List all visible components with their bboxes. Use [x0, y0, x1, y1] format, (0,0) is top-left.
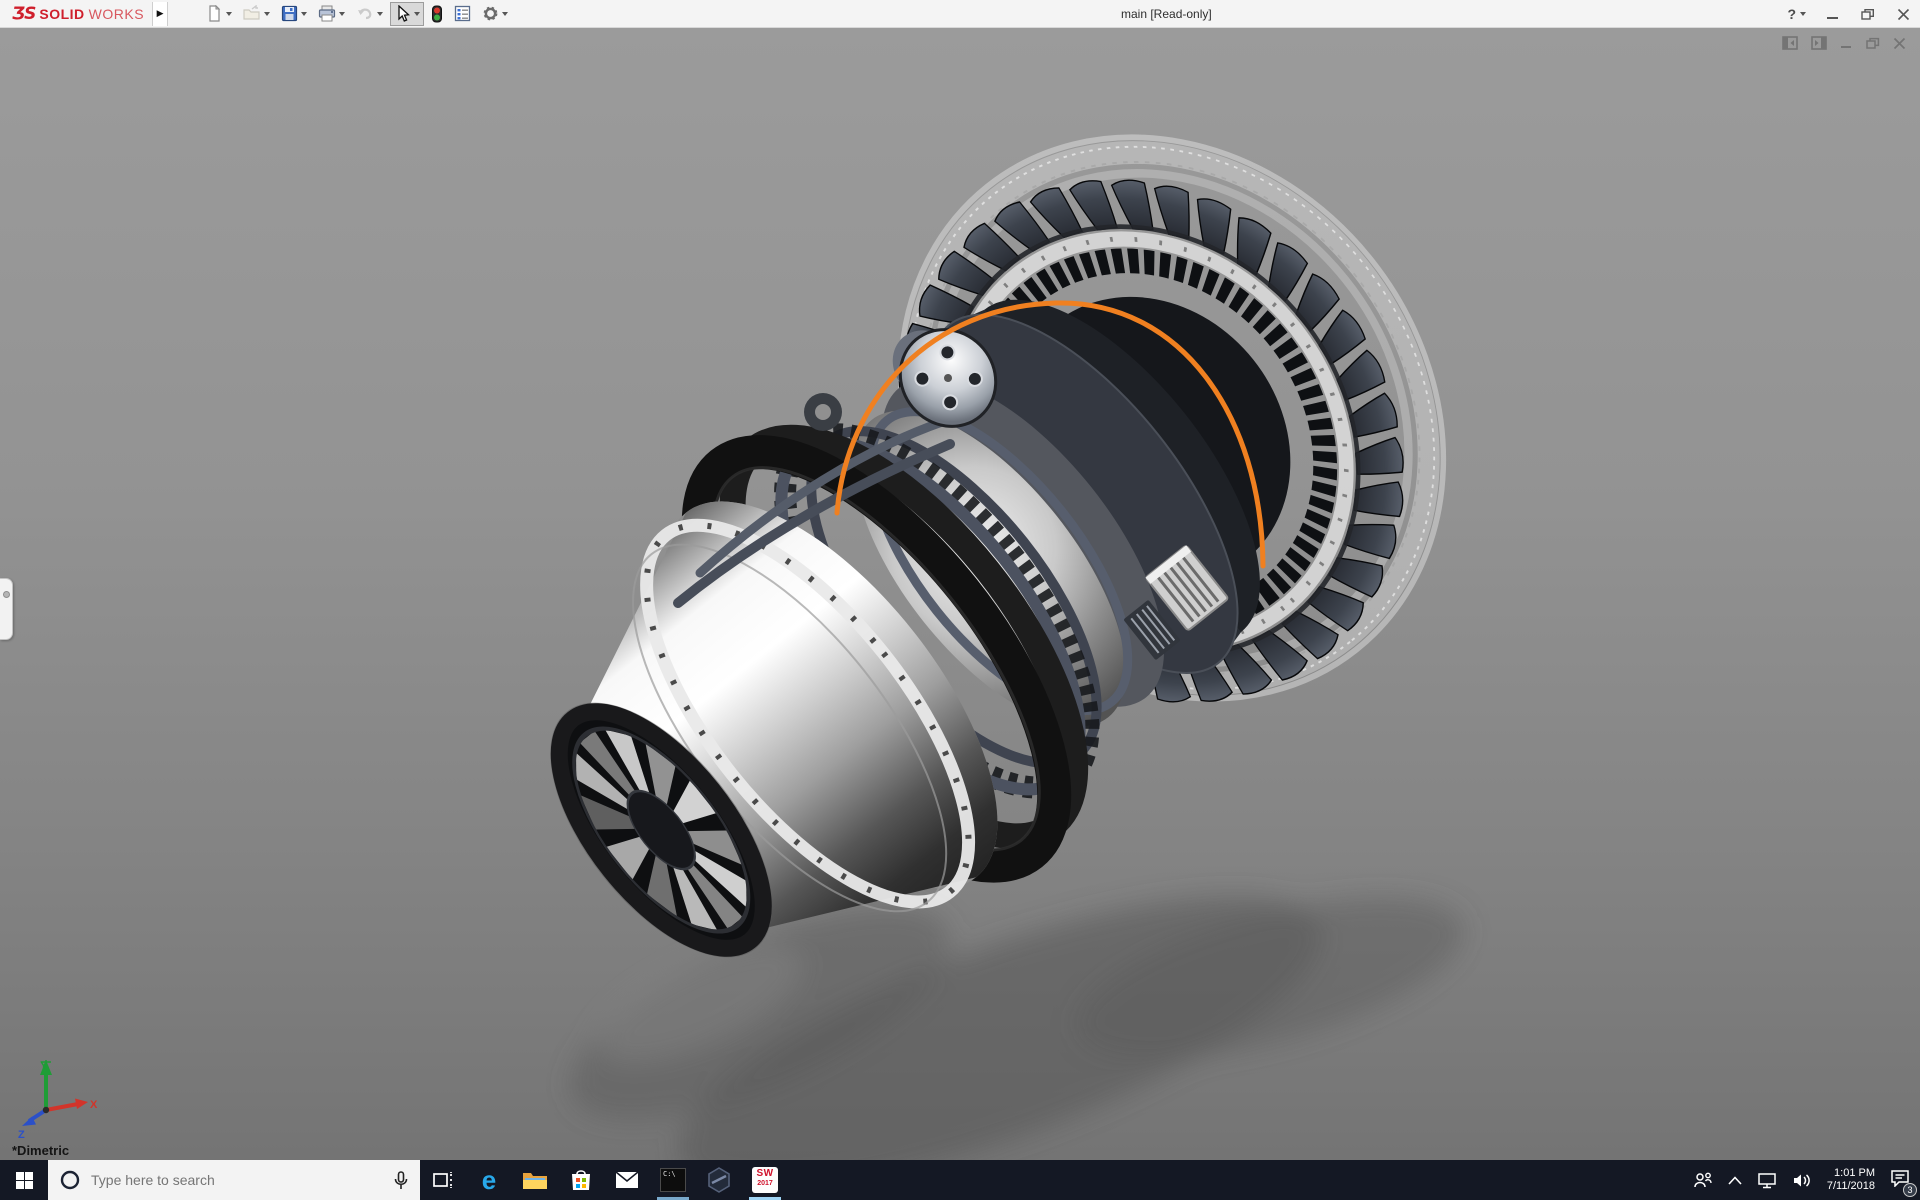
- options-gear-icon: [482, 5, 499, 22]
- taskbar-app-hexagon[interactable]: [696, 1160, 742, 1200]
- hexagon-app-icon: [707, 1167, 731, 1193]
- window-title: main [Read-only]: [1121, 7, 1212, 21]
- action-center-button[interactable]: 3: [1890, 1169, 1910, 1192]
- taskbar-app-solidworks[interactable]: SW 2017: [742, 1160, 788, 1200]
- doc-minimize-button[interactable]: [1840, 37, 1853, 50]
- doc-close-button[interactable]: [1893, 37, 1906, 50]
- rebuild-button[interactable]: [427, 2, 447, 26]
- orientation-triad: Y X Z: [14, 1056, 100, 1140]
- edge-icon: e: [482, 1167, 496, 1193]
- solidworks-logo: ƷS SOLID WORKS: [0, 4, 152, 24]
- x-axis-label: X: [90, 1099, 98, 1111]
- taskbar-app-edge[interactable]: e: [466, 1160, 512, 1200]
- taskbar-app-mail[interactable]: [604, 1160, 650, 1200]
- file-properties-icon: [454, 5, 471, 22]
- save-icon: [281, 5, 298, 22]
- mail-icon: [615, 1171, 639, 1189]
- graphics-viewport[interactable]: Y X Z *Dimetric: [0, 28, 1920, 1160]
- logo-word-solid: SOLID: [39, 6, 84, 22]
- pane-toggle-left-button[interactable]: [1782, 36, 1798, 50]
- titlebar: ƷS SOLID WORKS ▶: [0, 0, 1920, 28]
- new-document-button[interactable]: [202, 2, 236, 25]
- open-button[interactable]: [239, 2, 274, 25]
- command-prompt-icon: C:\: [660, 1168, 686, 1192]
- ds-logo-mark: ƷS: [12, 4, 35, 24]
- x-axis-arrow: [75, 1099, 88, 1110]
- new-document-icon: [206, 5, 223, 22]
- print-icon: [318, 5, 336, 22]
- document-window-controls: [1782, 36, 1906, 50]
- lug-bracket: [804, 393, 842, 431]
- taskbar-app-file-explorer[interactable]: [512, 1160, 558, 1200]
- pane-toggle-right-button[interactable]: [1811, 36, 1827, 50]
- clock-time: 1:01 PM: [1827, 1167, 1875, 1180]
- feature-tab-handle-icon: [3, 591, 10, 598]
- undo-button[interactable]: [352, 2, 387, 25]
- network-icon[interactable]: [1757, 1172, 1777, 1189]
- feature-manager-collapsed-tab[interactable]: [0, 578, 13, 640]
- people-icon[interactable]: [1693, 1172, 1713, 1188]
- select-caret[interactable]: [414, 12, 420, 16]
- undo-caret[interactable]: [377, 12, 383, 16]
- open-caret[interactable]: [264, 12, 270, 16]
- save-button[interactable]: [277, 2, 311, 25]
- titlebar-controls: ?: [1787, 0, 1910, 28]
- options-caret[interactable]: [502, 12, 508, 16]
- help-button[interactable]: ?: [1787, 6, 1806, 22]
- taskbar: e C:\: [0, 1160, 1920, 1200]
- new-document-caret[interactable]: [226, 12, 232, 16]
- chevron-up-icon[interactable]: [1728, 1176, 1742, 1185]
- undo-icon: [356, 5, 374, 22]
- file-explorer-icon: [522, 1169, 548, 1191]
- notification-badge: 3: [1903, 1183, 1917, 1197]
- rebuild-stoplight-icon: [431, 5, 443, 23]
- taskbar-app-task-view[interactable]: [420, 1160, 466, 1200]
- store-icon: [569, 1168, 593, 1192]
- quick-toolbar: [202, 2, 512, 26]
- open-icon: [243, 5, 261, 22]
- select-cursor-icon: [394, 5, 411, 23]
- logo-word-works: WORKS: [89, 6, 144, 22]
- taskbar-search-box[interactable]: [48, 1160, 420, 1200]
- z-axis-label: Z: [18, 1129, 25, 1140]
- help-icon: ?: [1787, 6, 1796, 22]
- help-caret[interactable]: [1800, 12, 1806, 16]
- taskbar-clock[interactable]: 1:01 PM 7/11/2018: [1827, 1167, 1875, 1193]
- volume-icon[interactable]: [1792, 1172, 1812, 1189]
- solidworks-2017-icon: SW 2017: [752, 1167, 778, 1193]
- options-button[interactable]: [478, 2, 512, 25]
- print-caret[interactable]: [339, 12, 345, 16]
- jet-engine-model[interactable]: [0, 28, 1920, 1160]
- minimize-button[interactable]: [1826, 8, 1839, 21]
- view-orientation-label: *Dimetric: [12, 1143, 69, 1158]
- y-axis-label: Y: [40, 1060, 48, 1072]
- doc-restore-button[interactable]: [1866, 37, 1880, 50]
- microphone-icon[interactable]: [394, 1171, 408, 1190]
- start-button[interactable]: [0, 1160, 48, 1200]
- search-input[interactable]: [91, 1172, 383, 1188]
- taskbar-app-command-prompt[interactable]: C:\: [650, 1160, 696, 1200]
- file-properties-button[interactable]: [450, 2, 475, 25]
- save-caret[interactable]: [301, 12, 307, 16]
- print-button[interactable]: [314, 2, 349, 25]
- clock-date: 7/11/2018: [1827, 1180, 1875, 1193]
- close-button[interactable]: [1897, 8, 1910, 21]
- toolbar-flyout-button[interactable]: ▶: [152, 2, 168, 26]
- taskbar-app-store[interactable]: [558, 1160, 604, 1200]
- system-tray: 1:01 PM 7/11/2018 3: [1693, 1160, 1920, 1200]
- task-view-icon: [432, 1170, 454, 1190]
- restore-button[interactable]: [1861, 8, 1875, 21]
- select-button[interactable]: [390, 2, 424, 26]
- flyout-expand-icon: ▶: [157, 8, 164, 19]
- windows-logo-icon: [16, 1172, 33, 1189]
- cortana-icon: [60, 1170, 80, 1190]
